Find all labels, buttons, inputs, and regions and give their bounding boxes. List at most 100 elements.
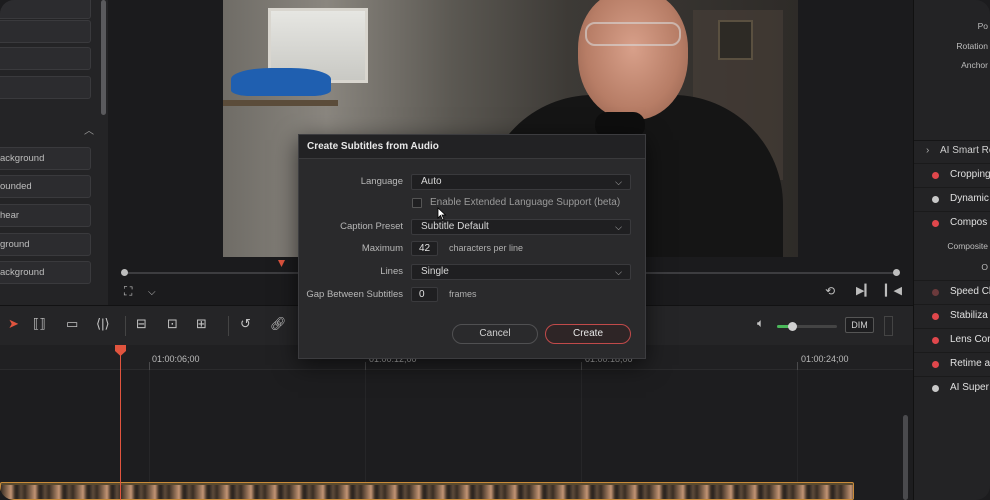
- timeline[interactable]: 01:00:06;00 01:00:12;00 01:00:18;00 01:0…: [0, 345, 913, 500]
- inspector-rotation-label: Rotation: [956, 41, 988, 51]
- language-value: Auto: [421, 176, 442, 187]
- grid-line: [581, 370, 582, 500]
- out-point-handle[interactable]: [893, 269, 900, 276]
- chevron-down-icon[interactable]: ⌵: [148, 287, 156, 298]
- composite-mode-label: Composite: [947, 241, 988, 251]
- grid-line: [149, 370, 150, 500]
- inspector-item-stabilization[interactable]: Stabiliza: [914, 304, 990, 328]
- chevron-down-icon: ⌵: [615, 267, 622, 277]
- video-person-face: [578, 0, 688, 120]
- effect-item-label: ground: [0, 239, 30, 250]
- inspector-item-retime[interactable]: Retime a: [914, 352, 990, 376]
- ai-smart-reframe-section[interactable]: › AI Smart Re: [914, 140, 990, 160]
- toggle-icon[interactable]: [926, 360, 944, 369]
- inspector-item-cropping[interactable]: Cropping: [914, 163, 990, 187]
- viewer-playhead[interactable]: [278, 260, 285, 267]
- effect-item-label: ackground: [0, 267, 45, 278]
- timecode-label: 01:00:24;00: [801, 354, 849, 364]
- maximum-input[interactable]: 42: [411, 241, 438, 256]
- lines-label: Lines: [380, 266, 403, 277]
- gap-unit: frames: [449, 289, 477, 299]
- replace-clip-icon[interactable]: ⊞: [196, 316, 207, 332]
- caption-preset-value: Subtitle Default: [421, 221, 489, 232]
- inspector-panel: Po Rotation Anchor › AI Smart Re Croppin…: [913, 0, 990, 500]
- effect-item-label: hear: [0, 210, 20, 221]
- timeline-scrollbar[interactable]: [903, 415, 908, 500]
- effect-item[interactable]: ackground: [0, 261, 91, 284]
- inspector-item-speed-change[interactable]: Speed Cl: [914, 280, 990, 304]
- effect-item[interactable]: hear: [0, 204, 91, 227]
- toggle-icon[interactable]: [926, 384, 944, 393]
- inspector-anchor-label: Anchor: [961, 60, 988, 70]
- effect-item[interactable]: ground: [0, 233, 91, 256]
- section-title: AI Smart Re: [940, 145, 990, 156]
- video-glasses: [585, 22, 681, 46]
- chevron-up-icon[interactable]: ︿: [84, 122, 94, 137]
- audio-meter: [884, 316, 893, 336]
- language-label: Language: [360, 176, 403, 187]
- extended-language-checkbox[interactable]: [412, 198, 422, 208]
- linked-selection-icon[interactable]: 🔗︎: [270, 316, 287, 332]
- timeline-playhead[interactable]: [120, 345, 121, 500]
- lines-select[interactable]: Single ⌵: [411, 264, 631, 280]
- inspector-position-label: Po: [977, 21, 988, 31]
- effect-item[interactable]: [0, 47, 91, 70]
- volume-slider-handle[interactable]: [788, 322, 797, 331]
- inspector-item-lens-correction[interactable]: Lens Cor: [914, 328, 990, 352]
- toggle-icon[interactable]: [926, 312, 944, 321]
- effect-item[interactable]: [0, 76, 91, 99]
- crop-icon[interactable]: ⛶: [124, 284, 132, 299]
- effect-item[interactable]: [0, 20, 91, 43]
- in-point-handle[interactable]: [121, 269, 128, 276]
- inspector-item-label: Speed Cl: [950, 286, 990, 297]
- inspector-item-label: Lens Cor: [950, 334, 990, 345]
- caption-preset-label: Caption Preset: [340, 221, 403, 232]
- effect-item-label: ounded: [0, 181, 32, 192]
- maximum-label: Maximum: [361, 243, 403, 254]
- chevron-down-icon: ⌵: [615, 222, 622, 232]
- toggle-icon[interactable]: [926, 288, 944, 297]
- chevron-down-icon: ⌵: [615, 177, 622, 187]
- ruler-tick: [797, 362, 798, 370]
- inspector-item-composite[interactable]: Compos: [914, 211, 990, 235]
- dim-button[interactable]: DIM: [845, 317, 874, 333]
- inspector-item-ai-super-scale[interactable]: AI Super: [914, 376, 990, 400]
- inspector-item-label: Compos: [950, 217, 988, 228]
- effect-item[interactable]: [0, 0, 91, 19]
- trim-edit-icon[interactable]: ⟦⟧: [33, 316, 46, 332]
- mouse-cursor-icon: [437, 207, 447, 221]
- volume-icon[interactable]: 🔈︎: [757, 316, 764, 331]
- language-select[interactable]: Auto ⌵: [411, 174, 631, 190]
- inspector-item-dynamic-zoom[interactable]: Dynamic: [914, 187, 990, 211]
- create-subtitles-dialog: Create Subtitles from Audio Language Aut…: [298, 134, 646, 359]
- toolbar-divider: [228, 316, 229, 336]
- effect-item[interactable]: ackground: [0, 147, 91, 170]
- cancel-button[interactable]: Cancel: [452, 324, 538, 344]
- inspector-item-label: AI Super: [950, 382, 989, 393]
- play-icon[interactable]: ▶▎: [856, 284, 873, 297]
- ruler-tick: [149, 362, 150, 370]
- video-clip[interactable]: [0, 482, 854, 500]
- toggle-icon[interactable]: [926, 171, 944, 180]
- dynamic-trim-icon[interactable]: ▭: [66, 316, 78, 332]
- overwrite-clip-icon[interactable]: ⊡: [167, 316, 178, 332]
- panel-scrollbar[interactable]: [101, 0, 106, 115]
- gap-input[interactable]: 0: [411, 287, 438, 302]
- insert-clip-icon[interactable]: ⊟: [136, 316, 147, 332]
- chevron-right-icon: ›: [926, 145, 930, 156]
- grid-line: [365, 370, 366, 500]
- toggle-icon[interactable]: [926, 219, 944, 228]
- toggle-icon[interactable]: [926, 336, 944, 345]
- inspector-item-label: Cropping: [950, 169, 990, 180]
- blade-edit-icon[interactable]: ⟨|⟩: [96, 316, 110, 332]
- maximum-unit: characters per line: [449, 243, 524, 253]
- effect-item[interactable]: ounded: [0, 175, 91, 198]
- create-button[interactable]: Create: [545, 324, 631, 344]
- caption-preset-select[interactable]: Subtitle Default ⌵: [411, 219, 631, 235]
- selection-pointer-icon[interactable]: ➤: [8, 316, 19, 332]
- extended-language-label: Enable Extended Language Support (beta): [430, 197, 621, 208]
- skip-back-icon[interactable]: ▎◀: [885, 284, 902, 297]
- toggle-icon[interactable]: [926, 195, 944, 204]
- loop-icon[interactable]: ⟲: [825, 284, 835, 298]
- snapping-icon[interactable]: ↺: [240, 316, 251, 332]
